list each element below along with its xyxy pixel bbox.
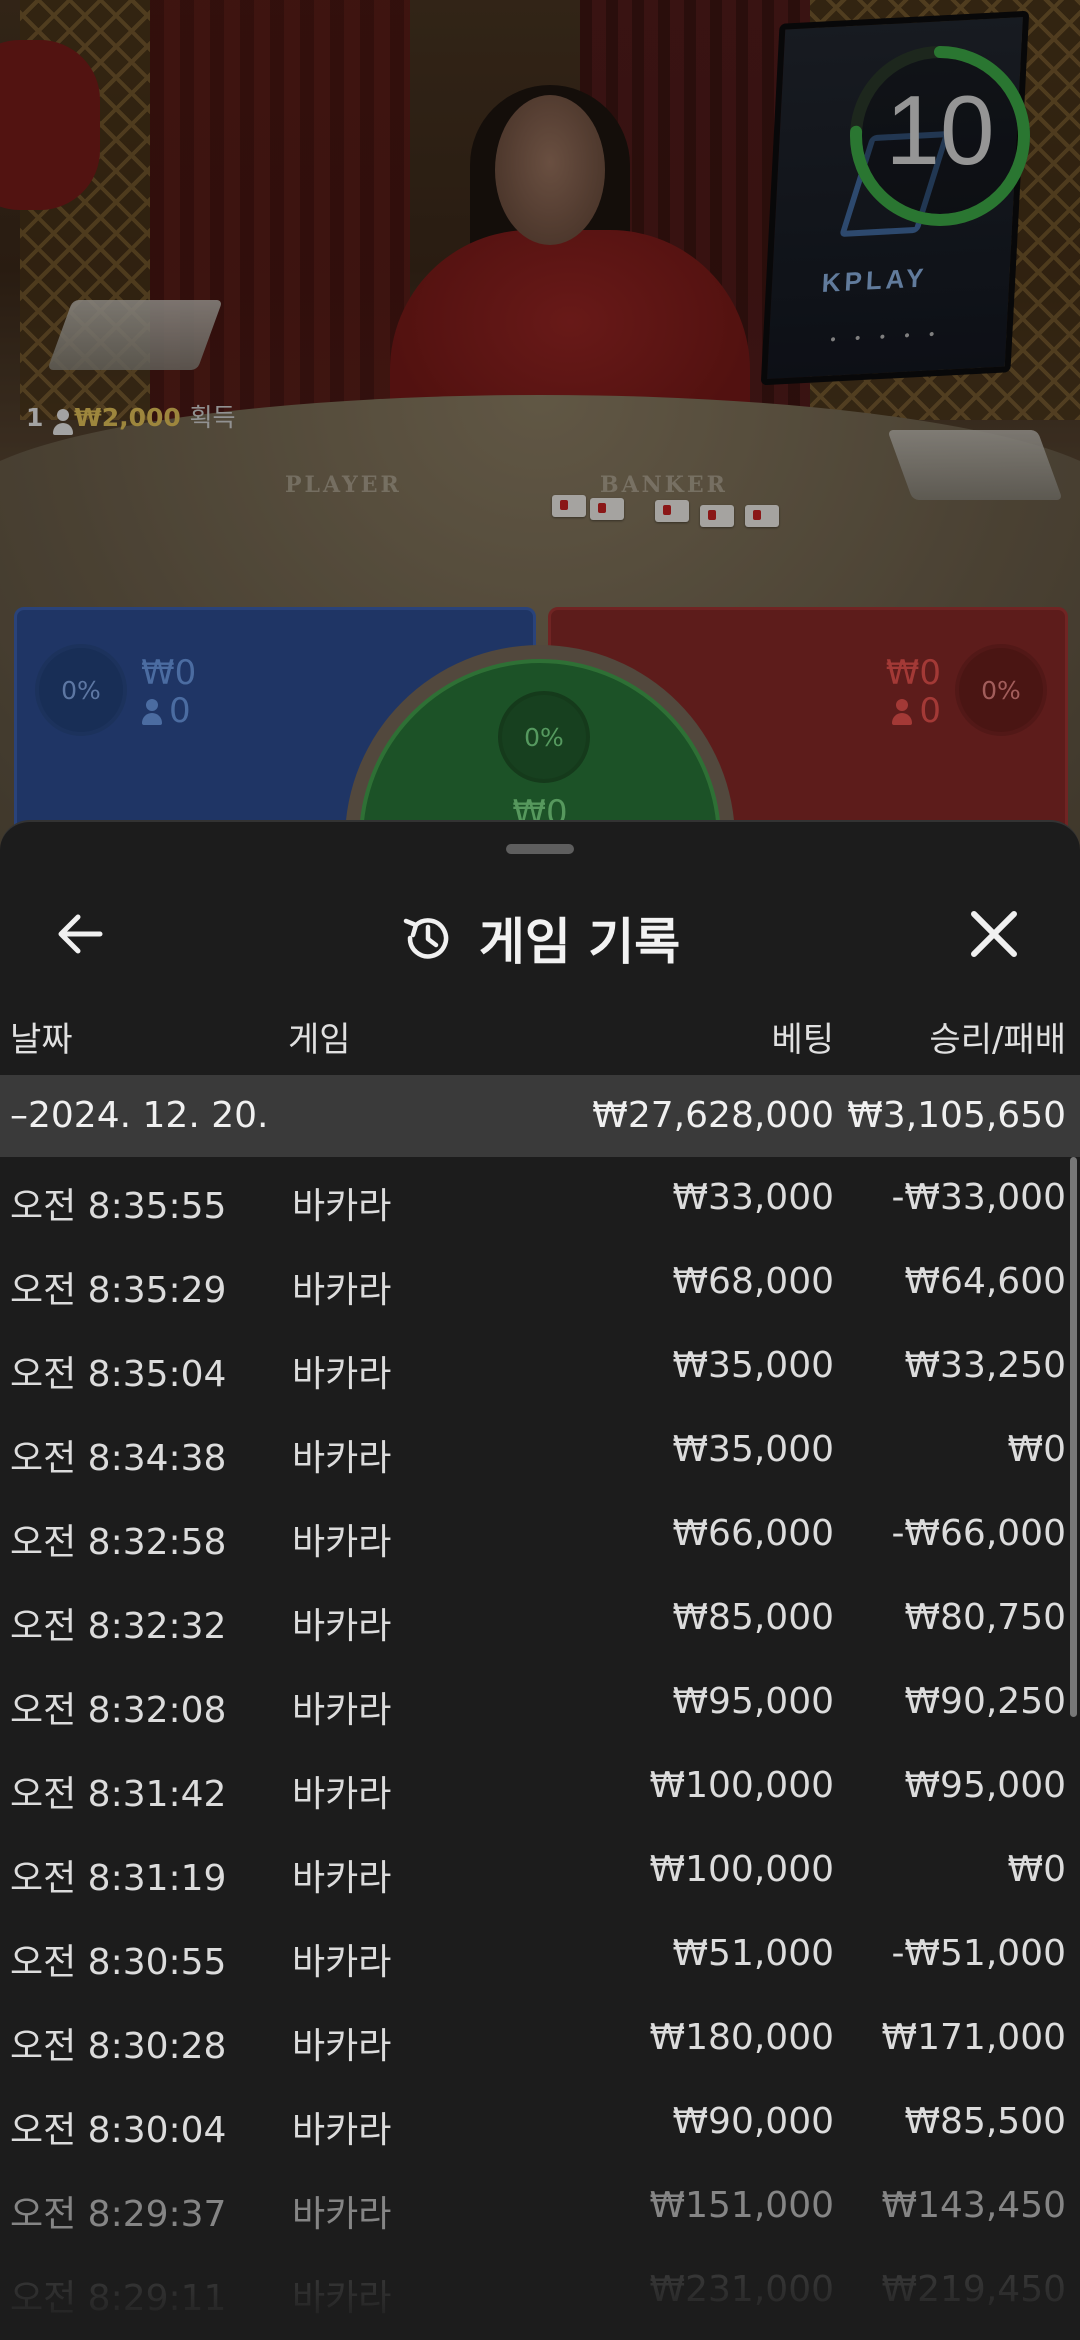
history-list: 오전 8:35:55 바카라 ₩33,000 -₩33,000 오전 8:35:29 바카… — [0, 1157, 1080, 2333]
row-bet: ₩35,000 — [672, 1429, 834, 1470]
row-bet: ₩68,000 — [672, 1261, 834, 1302]
live-video-stream: PLAYER BANKER KPLAY • • • • • 10 1 ₩2,00… — [0, 0, 1080, 900]
row-result: ₩64,600 — [904, 1261, 1066, 1302]
history-row[interactable]: 오전 8:35:55 바카라 ₩33,000 -₩33,000 — [0, 1157, 1080, 1241]
row-game: 바카라 — [292, 2110, 392, 2151]
row-result: ₩85,500 — [904, 2101, 1066, 2142]
date-group-total-result: ₩3,105,650 — [847, 1095, 1066, 1136]
row-time: 오전 8:30:28 — [10, 2026, 227, 2067]
row-game: 바카라 — [292, 1858, 392, 1899]
row-game: 바카라 — [292, 1942, 392, 1983]
row-bet: ₩85,000 — [672, 1597, 834, 1638]
row-bet: ₩66,000 — [672, 1513, 834, 1554]
row-game: 바카라 — [292, 1186, 392, 1227]
history-row[interactable]: 오전 8:32:08 바카라 ₩95,000 ₩90,250 — [0, 1661, 1080, 1745]
row-bet: ₩100,000 — [649, 1765, 834, 1806]
history-row[interactable]: 오전 8:35:04 바카라 ₩35,000 ₩33,250 — [0, 1325, 1080, 1409]
row-time: 오전 8:32:08 — [10, 1690, 227, 1731]
row-time: 오전 8:35:55 — [10, 1186, 227, 1227]
row-game: 바카라 — [292, 2194, 392, 2235]
list-bottom-fade — [0, 2242, 1080, 2340]
row-game: 바카라 — [292, 1438, 392, 1479]
history-row[interactable]: 오전 8:29:37 바카라 ₩151,000 ₩143,450 — [0, 2165, 1080, 2249]
drag-handle[interactable] — [506, 844, 574, 854]
row-result: ₩80,750 — [904, 1597, 1066, 1638]
row-result: ₩90,250 — [904, 1681, 1066, 1722]
date-group-date: –2024. 12. 20. — [10, 1095, 269, 1136]
row-bet: ₩180,000 — [649, 2017, 834, 2058]
row-time: 오전 8:32:58 — [10, 1522, 227, 1563]
row-game: 바카라 — [292, 1354, 392, 1395]
row-result: ₩33,250 — [904, 1345, 1066, 1386]
scrollbar[interactable] — [1070, 1157, 1077, 1717]
history-row[interactable]: 오전 8:35:29 바카라 ₩68,000 ₩64,600 — [0, 1241, 1080, 1325]
history-row[interactable]: 오전 8:31:42 바카라 ₩100,000 ₩95,000 — [0, 1745, 1080, 1829]
close-icon — [971, 911, 1017, 957]
row-time: 오전 8:35:04 — [10, 1354, 227, 1395]
history-row[interactable]: 오전 8:31:19 바카라 ₩100,000 ₩0 — [0, 1829, 1080, 1913]
row-bet: ₩100,000 — [649, 1849, 834, 1890]
column-header-date[interactable]: 날짜 — [10, 1012, 73, 1061]
history-clock-icon — [400, 910, 456, 966]
sheet-title-group: 게임 기록 — [0, 902, 1080, 974]
row-time: 오전 8:31:19 — [10, 1858, 227, 1899]
row-bet: ₩95,000 — [672, 1681, 834, 1722]
row-time: 오전 8:35:29 — [10, 1270, 227, 1311]
row-time: 오전 8:29:37 — [10, 2194, 227, 2235]
row-result: ₩143,450 — [881, 2185, 1066, 2226]
row-result: -₩51,000 — [891, 1933, 1066, 1974]
row-result: ₩95,000 — [904, 1765, 1066, 1806]
row-time: 오전 8:34:38 — [10, 1438, 227, 1479]
row-game: 바카라 — [292, 1270, 392, 1311]
row-bet: ₩33,000 — [672, 1177, 834, 1218]
column-headers: 날짜 게임 베팅 승리/패배 — [0, 1012, 1080, 1062]
history-row[interactable]: 오전 8:34:38 바카라 ₩35,000 ₩0 — [0, 1409, 1080, 1493]
close-button[interactable] — [964, 904, 1024, 964]
row-result: -₩33,000 — [891, 1177, 1066, 1218]
game-history-sheet: 게임 기록 날짜 게임 베팅 승리/패배 –2024. 12. 20. ₩27,… — [0, 820, 1080, 2340]
row-game: 바카라 — [292, 1774, 392, 1815]
row-bet: ₩151,000 — [649, 2185, 834, 2226]
history-row[interactable]: 오전 8:32:58 바카라 ₩66,000 -₩66,000 — [0, 1493, 1080, 1577]
row-game: 바카라 — [292, 1606, 392, 1647]
date-group-total-bet: ₩27,628,000 — [592, 1095, 834, 1136]
row-time: 오전 8:32:32 — [10, 1606, 227, 1647]
sheet-title: 게임 기록 — [478, 913, 681, 971]
date-group-row[interactable]: –2024. 12. 20. ₩27,628,000 ₩3,105,650 — [0, 1075, 1080, 1157]
row-time: 오전 8:31:42 — [10, 1774, 227, 1815]
row-game: 바카라 — [292, 1522, 392, 1563]
row-bet: ₩90,000 — [672, 2101, 834, 2142]
row-game: 바카라 — [292, 1690, 392, 1731]
row-result: ₩171,000 — [881, 2017, 1066, 2058]
row-bet: ₩51,000 — [672, 1933, 834, 1974]
history-row[interactable]: 오전 8:30:55 바카라 ₩51,000 -₩51,000 — [0, 1913, 1080, 1997]
column-header-bet[interactable]: 베팅 — [771, 1012, 834, 1061]
row-result: ₩0 — [1007, 1849, 1067, 1890]
row-time: 오전 8:30:55 — [10, 1942, 227, 1983]
row-result: ₩0 — [1007, 1429, 1067, 1470]
history-row[interactable]: 오전 8:30:04 바카라 ₩90,000 ₩85,500 — [0, 2081, 1080, 2165]
column-header-game[interactable]: 게임 — [288, 1012, 351, 1061]
history-row[interactable]: 오전 8:32:32 바카라 ₩85,000 ₩80,750 — [0, 1577, 1080, 1661]
column-header-result[interactable]: 승리/패배 — [929, 1012, 1066, 1061]
row-game: 바카라 — [292, 2026, 392, 2067]
history-row[interactable]: 오전 8:30:28 바카라 ₩180,000 ₩171,000 — [0, 1997, 1080, 2081]
row-time: 오전 8:30:04 — [10, 2110, 227, 2151]
row-bet: ₩35,000 — [672, 1345, 834, 1386]
row-result: -₩66,000 — [891, 1513, 1066, 1554]
video-dim-overlay[interactable] — [0, 0, 1080, 900]
sheet-header: 게임 기록 — [0, 872, 1080, 992]
